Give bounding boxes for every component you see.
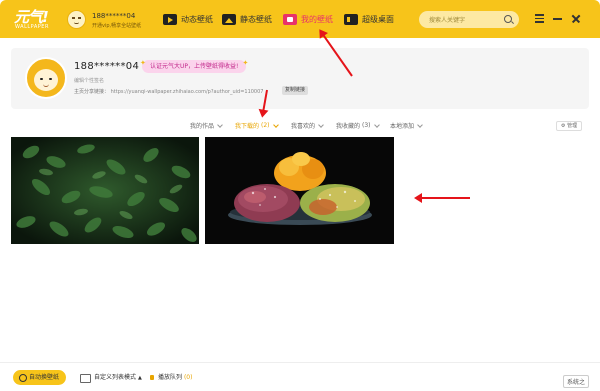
nav-label: 超级桌面 xyxy=(362,14,394,24)
tab-my-works[interactable]: 我的作品 xyxy=(190,121,223,130)
chevron-down-icon xyxy=(272,121,279,128)
tab-label: 我的作品 xyxy=(190,123,215,130)
search-icon[interactable] xyxy=(504,15,512,23)
image-icon xyxy=(222,13,236,25)
chevron-down-icon xyxy=(217,121,223,128)
vip-promo-text[interactable]: 开通vip,畅享全站壁纸 xyxy=(92,22,141,29)
tab-label: 本地添加 xyxy=(390,123,415,130)
tab-local-added[interactable]: 本地添加 xyxy=(390,121,423,130)
app-logo[interactable]: 元气! WALLPAPER xyxy=(14,6,52,32)
minimize-icon[interactable] xyxy=(553,14,562,23)
mango-image xyxy=(205,137,394,244)
chevron-down-icon xyxy=(318,121,324,128)
site-watermark: 系统之 xyxy=(563,375,590,388)
my-wallpaper-icon xyxy=(283,13,297,25)
upload-promo-banner[interactable]: 认证元气大UP，上传壁纸得收益! ✦ ✦ xyxy=(140,59,249,73)
list-mode-label: 自定义列表模式 xyxy=(94,374,137,381)
tab-count: (3) xyxy=(362,122,371,129)
user-avatar-small[interactable] xyxy=(67,10,86,29)
chevron-down-icon xyxy=(373,121,380,128)
play-queue-button[interactable]: 播放队列 (0) xyxy=(150,371,192,384)
nav-label: 静态壁纸 xyxy=(240,14,272,24)
tab-my-downloads[interactable]: 我下载的 (2) xyxy=(235,121,279,130)
wallpaper-thumbnail-leaves[interactable] xyxy=(11,137,199,244)
share-link-row: 主页分享链接： https://yuanqi-wallpaper.zhihaia… xyxy=(74,88,263,95)
tab-my-likes[interactable]: 我喜欢的 xyxy=(291,121,324,130)
signature-edit[interactable]: 编辑个性签名 xyxy=(74,77,104,84)
custom-list-mode-toggle[interactable]: 自定义列表模式 ▲ xyxy=(80,371,142,385)
leaves-image xyxy=(11,137,199,244)
wallpaper-thumbnail-mango[interactable] xyxy=(205,137,394,244)
sparkle-icon: ✦ xyxy=(140,59,146,67)
play-queue-label: 播放队列 xyxy=(158,374,183,381)
tab-label: 我收藏的 xyxy=(336,123,361,130)
close-icon[interactable] xyxy=(571,14,580,23)
search-box[interactable]: 搜索人关键字 xyxy=(419,11,519,28)
gear-icon: ⚙ xyxy=(561,123,566,129)
copy-link-button[interactable]: 复制链接 xyxy=(282,86,309,95)
video-play-icon xyxy=(163,13,177,25)
caret-up-icon: ▲ xyxy=(137,375,142,381)
tab-count: (2) xyxy=(261,122,270,129)
profile-avatar[interactable] xyxy=(25,57,67,99)
share-label: 主页分享链接： xyxy=(74,89,110,95)
nav-label: 动态壁纸 xyxy=(181,14,213,24)
auto-change-wallpaper-button[interactable]: 自动换壁纸 xyxy=(13,370,66,385)
nav-my-wallpaper[interactable]: 我的壁纸 xyxy=(283,11,333,27)
title-bar: 元气! WALLPAPER 188******04 开通vip,畅享全站壁纸 动… xyxy=(0,0,600,38)
annotation-arrow xyxy=(416,197,470,199)
nav-live-wallpaper[interactable]: 动态壁纸 xyxy=(163,11,213,27)
tab-my-favorites[interactable]: 我收藏的 (3) xyxy=(336,121,380,130)
nav-label: 我的壁纸 xyxy=(301,14,333,24)
desktop-icon xyxy=(344,13,358,25)
chevron-down-icon xyxy=(417,121,423,128)
profile-username: 188******04 xyxy=(74,61,140,72)
nav-static-wallpaper[interactable]: 静态壁纸 xyxy=(222,11,272,27)
manage-button[interactable]: ⚙ 管理 xyxy=(556,121,583,131)
header-username[interactable]: 188******04 xyxy=(92,12,135,20)
play-queue-count: (0) xyxy=(183,374,193,381)
logo-subtext: WALLPAPER xyxy=(15,24,49,30)
sparkle-icon: ✦ xyxy=(242,59,249,67)
share-url: https://yuanqi-wallpaper.zhihaiao.com/p?… xyxy=(110,89,264,95)
tab-label: 我喜欢的 xyxy=(291,123,316,130)
search-placeholder: 搜索人关键字 xyxy=(429,17,466,24)
menu-icon[interactable] xyxy=(535,14,544,23)
promo-text: 认证元气大UP，上传壁纸得收益! xyxy=(150,63,239,70)
nav-super-desktop[interactable]: 超级桌面 xyxy=(344,11,394,27)
tab-label: 我下载的 xyxy=(235,123,260,130)
manage-label: 管理 xyxy=(567,123,578,129)
